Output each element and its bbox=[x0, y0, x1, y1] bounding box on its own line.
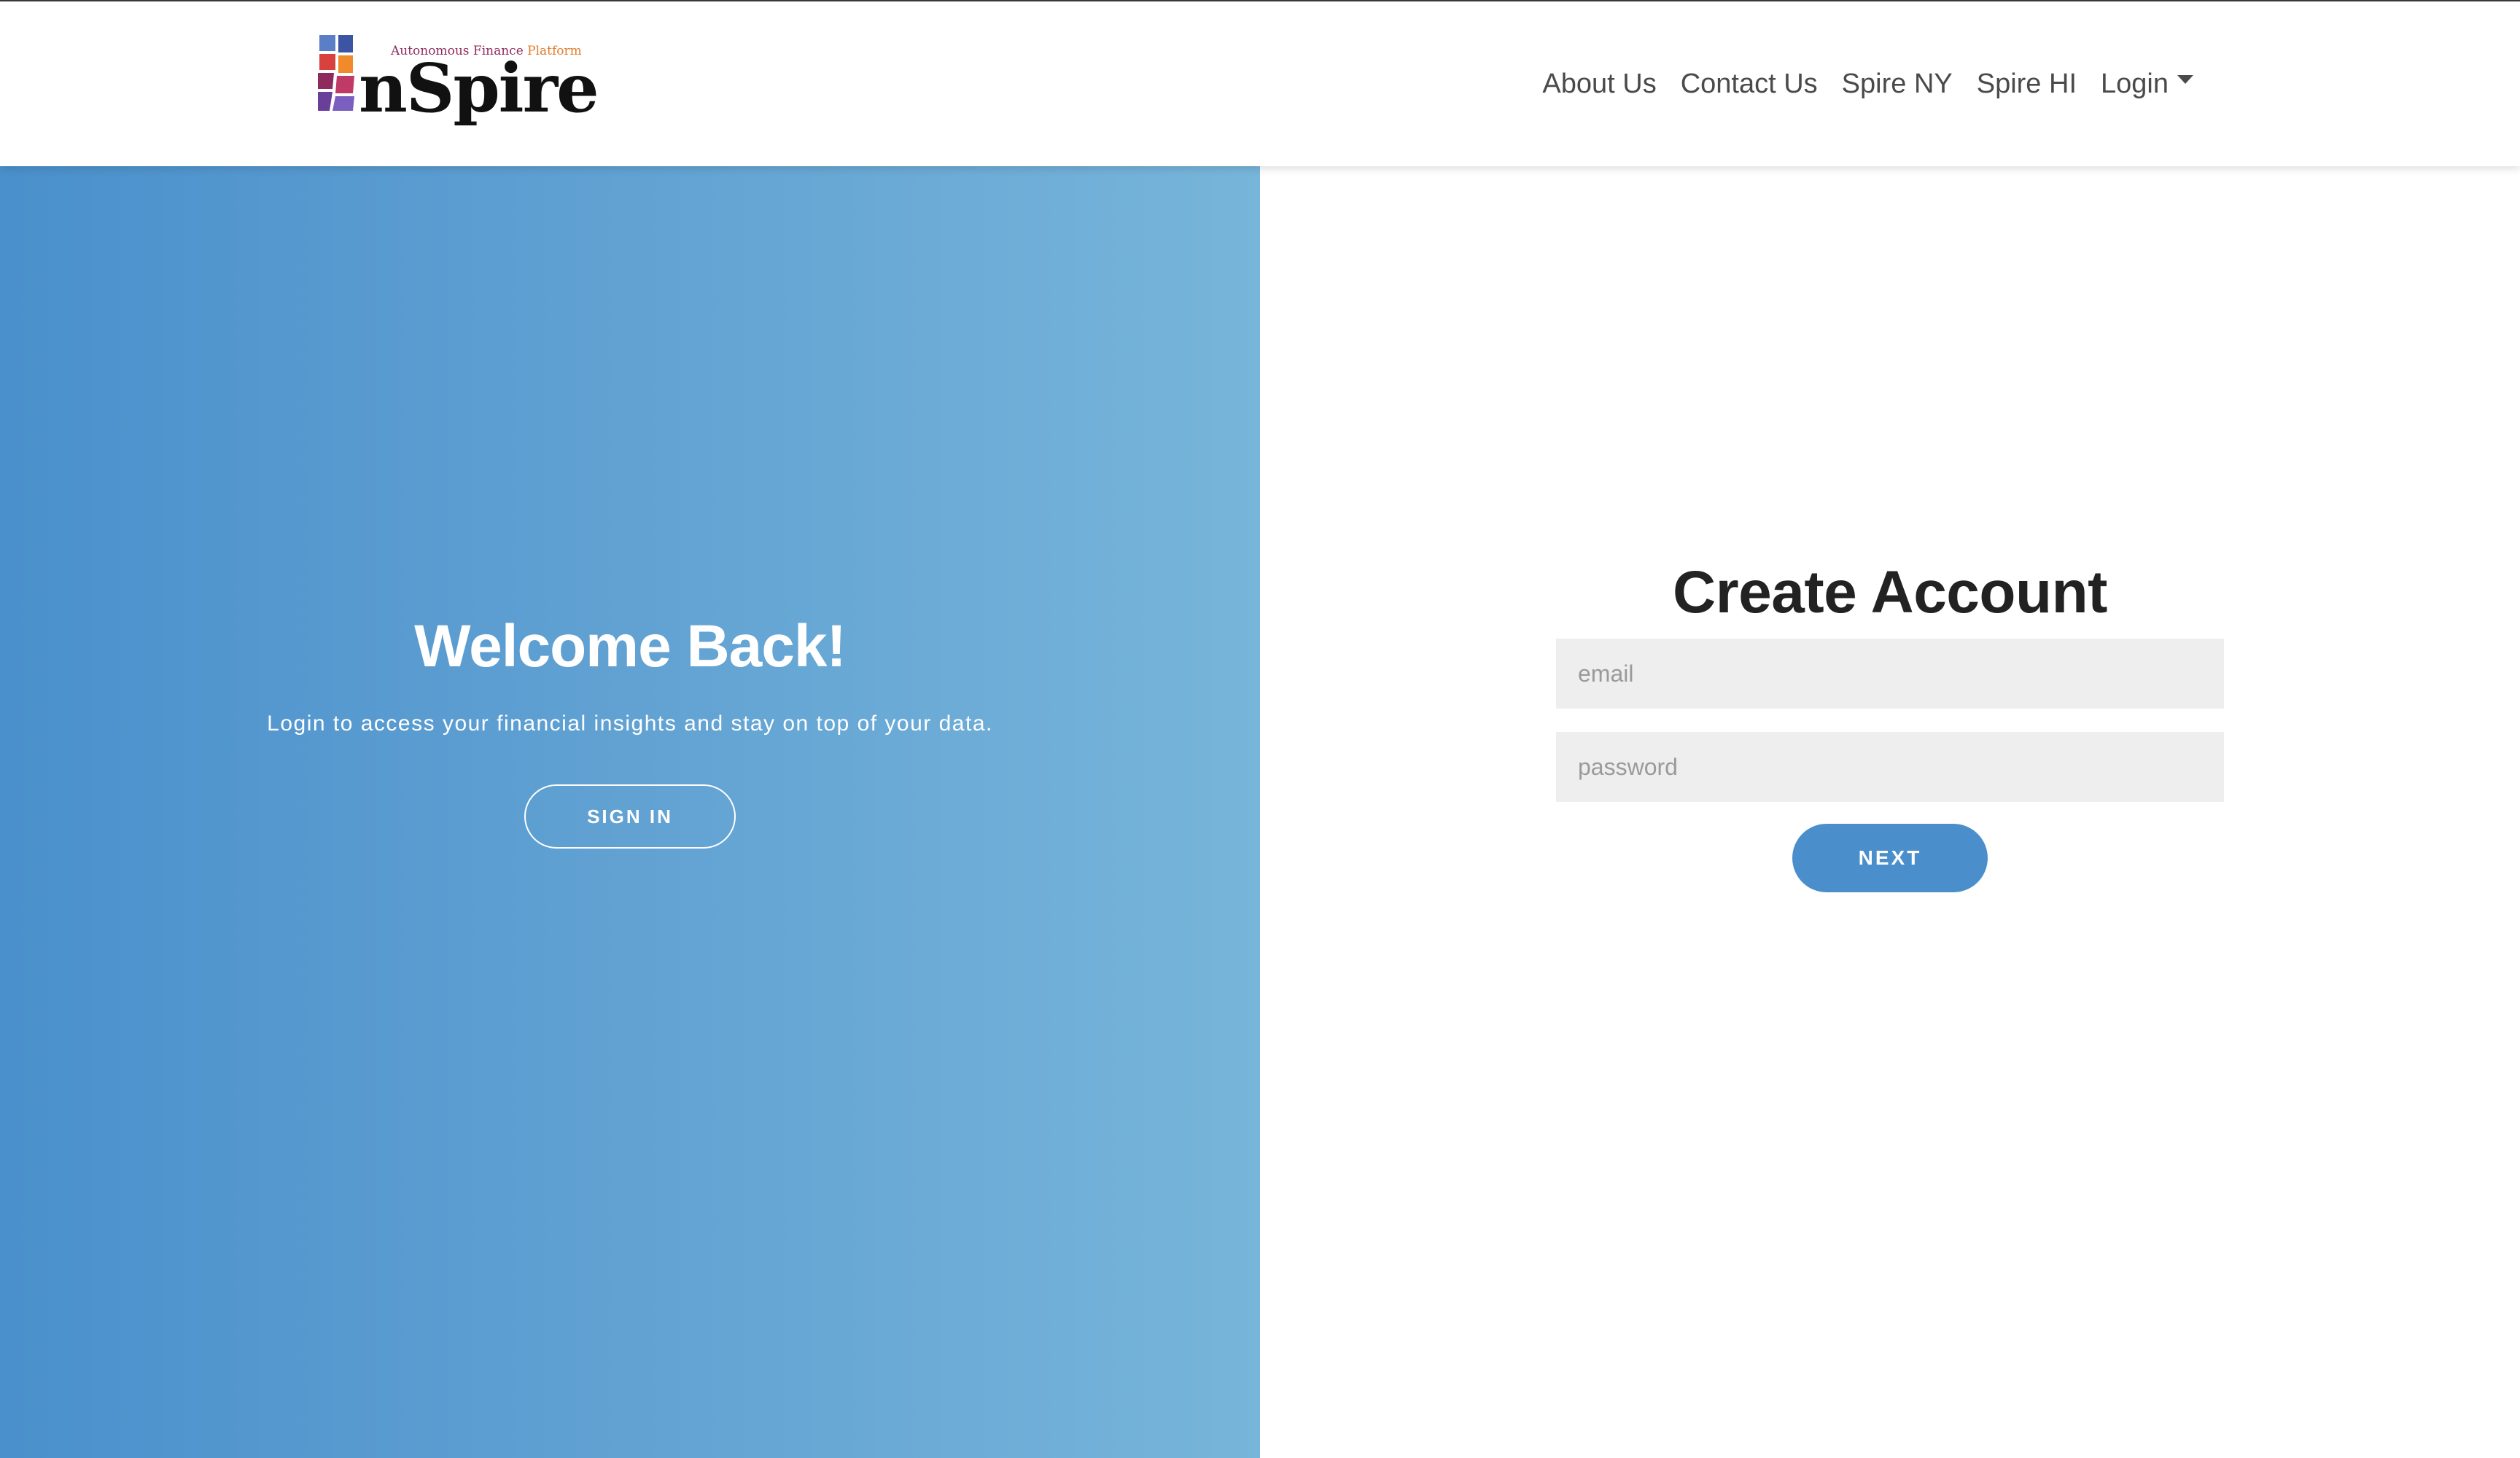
nav-login-label: Login bbox=[2101, 68, 2169, 99]
caret-down-icon bbox=[2177, 75, 2193, 84]
next-button[interactable]: NEXT bbox=[1792, 824, 1988, 892]
nav-contact-us[interactable]: Contact Us bbox=[1681, 69, 1818, 100]
nav-spire-ny[interactable]: Spire NY bbox=[1842, 69, 1953, 100]
password-field[interactable] bbox=[1556, 732, 2224, 802]
nav-about-us[interactable]: About Us bbox=[1542, 69, 1656, 100]
brand-name: nSpire bbox=[359, 49, 599, 128]
brand-logo-link[interactable]: Autonomous Finance Platform nSpire bbox=[318, 32, 599, 134]
welcome-title: Welcome Back! bbox=[414, 613, 847, 679]
welcome-subtitle: Login to access your financial insights … bbox=[267, 712, 993, 736]
email-field[interactable] bbox=[1556, 639, 2224, 709]
welcome-panel: Welcome Back! Login to access your finan… bbox=[0, 166, 1260, 1458]
create-account-panel: Create Account NEXT bbox=[1260, 166, 2520, 1458]
nav-login-dropdown[interactable]: Login bbox=[2101, 69, 2193, 100]
create-account-title: Create Account bbox=[1673, 559, 2108, 625]
top-navbar: Autonomous Finance Platform nSpire About… bbox=[0, 1, 2520, 166]
main-nav: About Us Contact Us Spire NY Spire HI Lo… bbox=[1542, 1, 2193, 166]
nav-spire-hi[interactable]: Spire HI bbox=[1977, 69, 2077, 100]
page: Autonomous Finance Platform nSpire About… bbox=[0, 0, 2520, 1458]
inspire-logo-mark-icon bbox=[318, 35, 354, 111]
sign-in-button[interactable]: SIGN IN bbox=[524, 784, 736, 849]
